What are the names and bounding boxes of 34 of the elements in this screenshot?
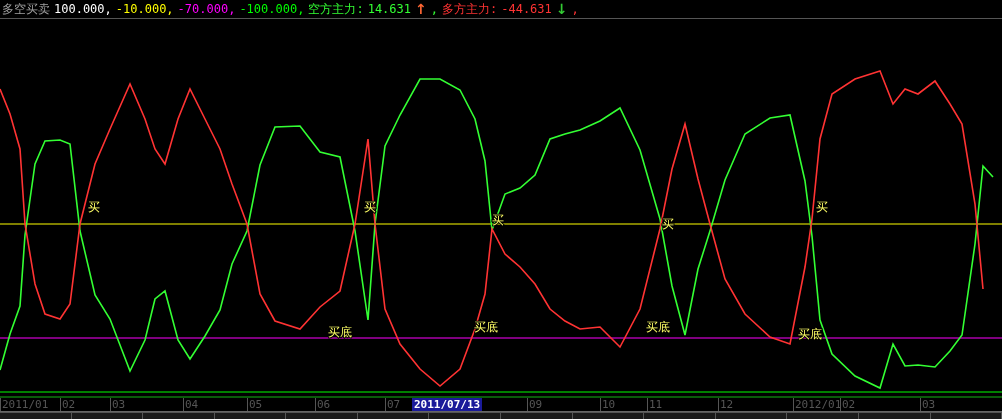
level-value: -70.000, [177, 2, 236, 16]
buy-signal-label: 买底 [328, 325, 352, 339]
force-label: 多方主力: [442, 0, 498, 18]
date-tick-label: 2011/01 [0, 398, 49, 411]
level-value: -100.000, [239, 2, 305, 16]
date-tick-label: 06 [315, 398, 331, 411]
date-tick-label: 11 [647, 398, 663, 411]
level-value: 100.000, [54, 2, 112, 16]
buy-signal-label: 买底 [646, 320, 670, 334]
indicator-title: 多空买卖 [2, 0, 50, 18]
date-tick-label: 05 [247, 398, 263, 411]
date-tick-label: 2012/01 [793, 398, 842, 411]
date-tick-label: 02 [840, 398, 856, 411]
separator-comma: , [571, 2, 579, 16]
force-label: 空方主力: [308, 0, 364, 18]
force-value: -44.631 [501, 2, 552, 16]
date-tick-label: 03 [920, 398, 936, 411]
buy-signal-label: 买 [662, 217, 674, 231]
buy-signal-label: 买 [88, 200, 100, 214]
force-value: 14.631 [367, 2, 411, 16]
date-tick-label: 09 [527, 398, 543, 411]
date-tick-label: 02 [60, 398, 76, 411]
date-tick-label: 10 [600, 398, 616, 411]
date-tick-label: 03 [110, 398, 126, 411]
trend-arrow: ↓ [555, 1, 568, 17]
buy-signal-label: 买 [816, 200, 828, 214]
separator-comma: , [430, 2, 438, 16]
cursor-date: 2011/07/13 [412, 398, 483, 411]
level-value: -10.000, [115, 2, 174, 16]
trend-arrow: ↑ [415, 1, 427, 17]
date-tick-label: 07 [385, 398, 401, 411]
date-tick-label: 12 [718, 398, 734, 411]
buy-signal-label: 买底 [798, 327, 822, 341]
date-tick-label: 04 [183, 398, 199, 411]
